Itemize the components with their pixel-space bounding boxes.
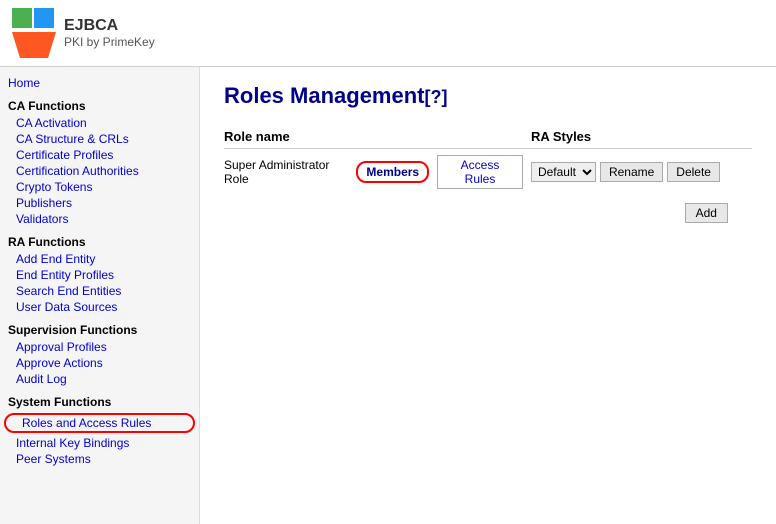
logo-icon xyxy=(12,8,56,58)
sidebar-item-audit-log[interactable]: Audit Log xyxy=(0,371,199,387)
sidebar-section-ca: CA Functions xyxy=(0,95,199,115)
sidebar-item-ca-structure[interactable]: CA Structure & CRLs xyxy=(0,131,199,147)
logo-container: EJBCA PKI by PrimeKey xyxy=(12,8,155,58)
header: EJBCA PKI by PrimeKey xyxy=(0,0,776,67)
members-cell[interactable]: Members xyxy=(356,149,437,196)
sidebar-item-home[interactable]: Home xyxy=(0,75,199,91)
sidebar-system-links: Roles and Access Rules Internal Key Bind… xyxy=(0,413,199,467)
access-rules-cell[interactable]: Access Rules xyxy=(437,149,531,196)
col-ra-styles-label: RA Styles xyxy=(531,125,728,149)
table-row: Super Administrator Role Members Access … xyxy=(224,149,752,196)
add-button[interactable]: Add xyxy=(685,203,728,223)
members-button[interactable]: Members xyxy=(356,161,429,183)
page-title-help[interactable]: [?] xyxy=(425,87,448,107)
rename-button[interactable]: Rename xyxy=(600,162,663,182)
sidebar-item-roles-access-rules[interactable]: Roles and Access Rules xyxy=(4,413,195,433)
sidebar-item-certificate-profiles[interactable]: Certificate Profiles xyxy=(0,147,199,163)
add-button-cell: Add xyxy=(224,195,728,229)
sidebar-section-system: System Functions xyxy=(0,391,199,411)
sidebar-item-search-end-entities[interactable]: Search End Entities xyxy=(0,283,199,299)
logo-pki-label: PKI by PrimeKey xyxy=(64,35,155,49)
sidebar-item-peer-systems[interactable]: Peer Systems xyxy=(0,451,199,467)
sidebar-item-approval-profiles[interactable]: Approval Profiles xyxy=(0,339,199,355)
sidebar: Home CA Functions CA Activation CA Struc… xyxy=(0,67,200,524)
sidebar-supervision-links: Approval Profiles Approve Actions Audit … xyxy=(0,339,199,387)
sidebar-item-crypto-tokens[interactable]: Crypto Tokens xyxy=(0,179,199,195)
page-title-text: Roles Management xyxy=(224,83,425,108)
sidebar-section-supervision: Supervision Functions xyxy=(0,319,199,339)
sidebar-item-add-end-entity[interactable]: Add End Entity xyxy=(0,251,199,267)
roles-table: Role name RA Styles Super Administrator … xyxy=(224,125,752,229)
ra-style-select[interactable]: Default xyxy=(531,162,596,182)
access-rules-button[interactable]: Access Rules xyxy=(437,155,523,189)
col-role-name: Role name xyxy=(224,125,356,149)
role-name-text: Super Administrator Role xyxy=(224,158,329,186)
role-name-cell: Super Administrator Role xyxy=(224,149,356,196)
sidebar-item-certification-authorities[interactable]: Certification Authorities xyxy=(0,163,199,179)
sidebar-ca-links: CA Activation CA Structure & CRLs Certif… xyxy=(0,115,199,227)
ra-style-cell: Default Rename Delete xyxy=(531,149,728,196)
page-title: Roles Management[?] xyxy=(224,83,752,109)
logo-ejbca-label: EJBCA xyxy=(64,17,155,35)
layout: Home CA Functions CA Activation CA Struc… xyxy=(0,67,776,524)
sidebar-item-approve-actions[interactable]: Approve Actions xyxy=(0,355,199,371)
sidebar-item-validators[interactable]: Validators xyxy=(0,211,199,227)
sidebar-item-internal-key-bindings[interactable]: Internal Key Bindings xyxy=(0,435,199,451)
sidebar-item-user-data-sources[interactable]: User Data Sources xyxy=(0,299,199,315)
sidebar-item-end-entity-profiles[interactable]: End Entity Profiles xyxy=(0,267,199,283)
sidebar-ra-links: Add End Entity End Entity Profiles Searc… xyxy=(0,251,199,315)
table-header-row: Role name RA Styles xyxy=(224,125,752,149)
col-ra-styles xyxy=(356,125,531,149)
delete-button[interactable]: Delete xyxy=(667,162,720,182)
sidebar-item-ca-activation[interactable]: CA Activation xyxy=(0,115,199,131)
main-content: Roles Management[?] Role name RA Styles … xyxy=(200,67,776,524)
add-row: Add xyxy=(224,195,752,229)
sidebar-section-ra: RA Functions xyxy=(0,231,199,251)
sidebar-item-publishers[interactable]: Publishers xyxy=(0,195,199,211)
logo-text: EJBCA PKI by PrimeKey xyxy=(64,17,155,49)
